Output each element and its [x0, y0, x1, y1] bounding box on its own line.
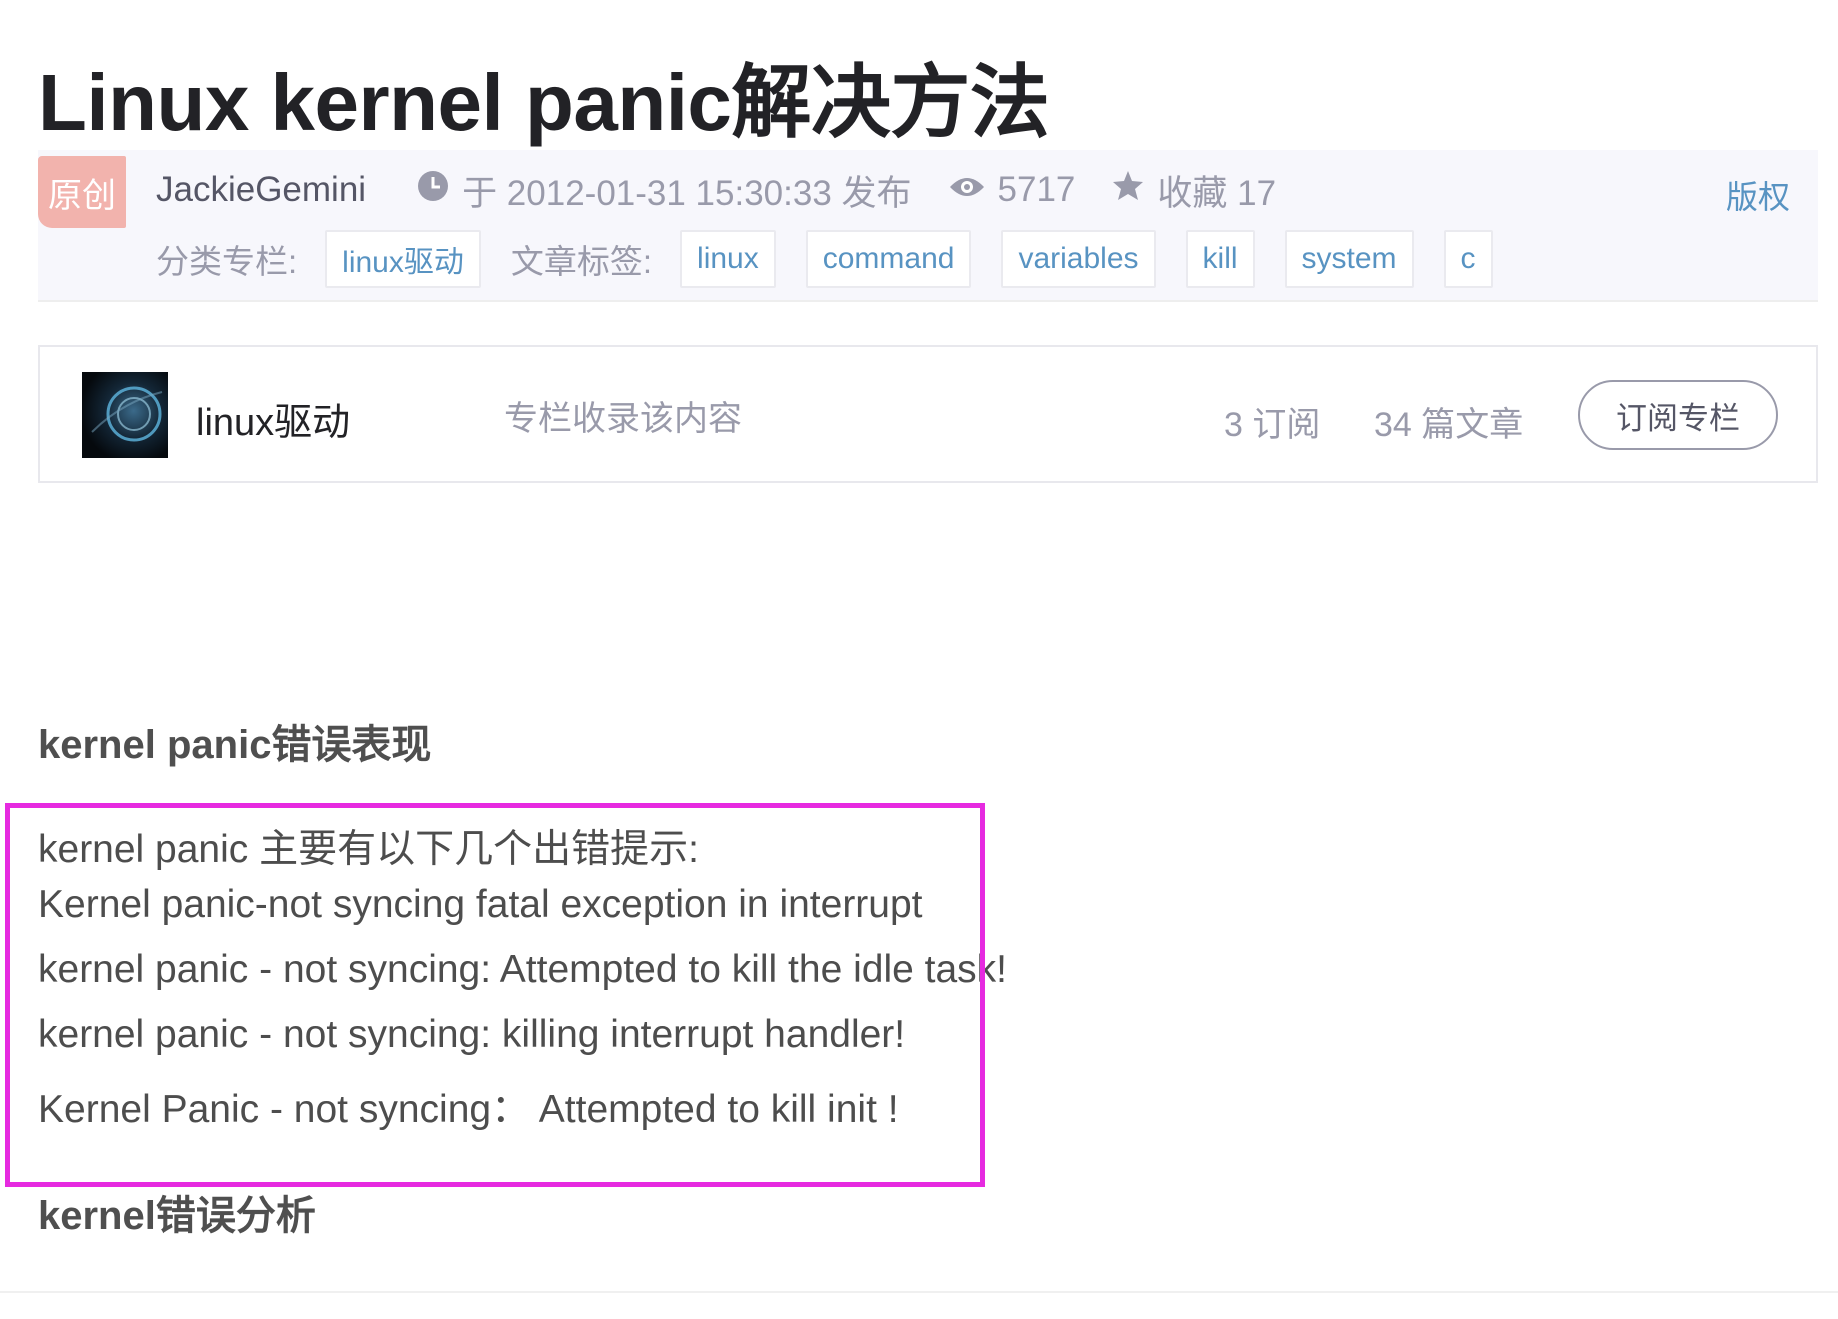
original-badge: 原创	[38, 156, 126, 228]
tags-label: 文章标签:	[510, 243, 653, 280]
article-title: Linux kernel panic解决方法	[38, 58, 1050, 147]
meta-info-row: JackieGemini 于 2012-01-31 15:30:33 发布 57…	[156, 168, 1312, 213]
eye-icon	[948, 170, 986, 210]
category-tag[interactable]: linux驱动	[325, 230, 481, 288]
star-icon	[1111, 169, 1145, 212]
section-heading-errors: kernel panic错误表现	[38, 723, 432, 767]
tag-system[interactable]: system	[1284, 230, 1414, 288]
tag-c[interactable]: c	[1443, 230, 1493, 288]
column-name[interactable]: linux驱动	[196, 391, 350, 446]
tag-linux[interactable]: linux	[680, 230, 776, 288]
copyright-link[interactable]: 版权	[1726, 172, 1790, 218]
column-thumbnail[interactable]	[82, 372, 168, 458]
category-label: 分类专栏:	[156, 243, 298, 280]
content-line: kernel panic 主要有以下几个出错提示:	[38, 828, 699, 871]
view-count: 5717	[948, 170, 1076, 210]
meta-tags-row: 分类专栏: linux驱动 文章标签: linux command variab…	[156, 230, 1523, 288]
favorite-count-text: 收藏 17	[1157, 173, 1277, 213]
column-subscribers: 3 订阅	[1224, 406, 1321, 444]
tag-command[interactable]: command	[805, 230, 972, 288]
subscribe-column-button[interactable]: 订阅专栏	[1578, 380, 1778, 450]
article-meta: 原创 JackieGemini 于 2012-01-31 15:30:33 发布…	[38, 150, 1818, 302]
content-line: kernel panic - not syncing: killing inte…	[38, 1013, 906, 1056]
tag-variables[interactable]: variables	[1001, 230, 1156, 288]
section-heading-analysis: kernel错误分析	[38, 1194, 316, 1238]
content-line: kernel panic - not syncing: Attempted to…	[38, 948, 1008, 991]
content-line: Kernel panic-not syncing fatal exception…	[38, 883, 923, 926]
bottom-divider	[0, 1291, 1838, 1293]
column-description: 专栏收录该内容	[504, 400, 742, 438]
author-link[interactable]: JackieGemini	[156, 170, 366, 210]
column-article-count: 34 篇文章	[1374, 406, 1524, 444]
publish-time: 于 2012-01-31 15:30:33 发布	[416, 165, 912, 216]
view-count-text: 5717	[997, 170, 1076, 209]
clock-icon	[416, 169, 450, 212]
publish-time-text: 于 2012-01-31 15:30:33 发布	[462, 173, 912, 213]
tag-kill[interactable]: kill	[1185, 230, 1255, 288]
content-line: Kernel Panic - not syncing： Attempted to…	[38, 1088, 899, 1131]
favorite-button[interactable]: 收藏 17	[1111, 165, 1276, 216]
column-card: linux驱动 专栏收录该内容 3 订阅 34 篇文章 订阅专栏	[38, 345, 1818, 483]
